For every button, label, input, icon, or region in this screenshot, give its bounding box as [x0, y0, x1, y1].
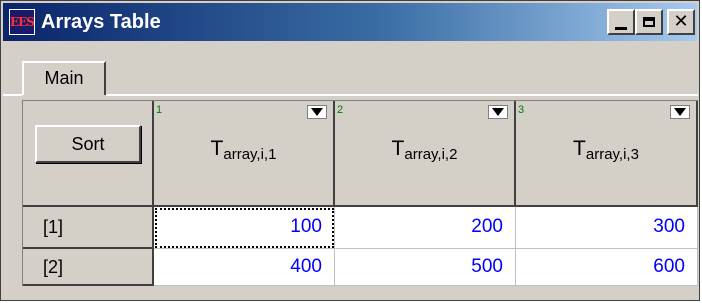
column-label: Tarray,i,1: [210, 137, 277, 163]
maximize-button[interactable]: [635, 9, 663, 35]
column-header-3[interactable]: 3 Tarray,i,3: [516, 101, 698, 207]
arrays-table-window: EES Arrays Table ✕ Main Sort 1 Tarray,i,…: [0, 0, 700, 301]
column-number: 1: [156, 104, 163, 116]
table-cell[interactable]: 300: [516, 207, 698, 249]
column-label: Tarray,i,3: [573, 137, 639, 163]
table-cell[interactable]: 600: [516, 249, 698, 286]
ees-app-icon[interactable]: EES: [9, 9, 35, 35]
close-icon: ✕: [673, 11, 689, 32]
table-cell[interactable]: 400: [154, 249, 335, 286]
dropdown-arrow-icon[interactable]: [488, 105, 508, 119]
column-number: 3: [518, 104, 525, 116]
column-header-2[interactable]: 2 Tarray,i,2: [335, 101, 516, 207]
column-number: 2: [337, 104, 344, 116]
tab-divider: [3, 94, 22, 96]
title-bar[interactable]: EES Arrays Table ✕: [3, 3, 697, 41]
row-header-2[interactable]: [2]: [23, 249, 154, 286]
table-cell[interactable]: 500: [335, 249, 516, 286]
corner-cell: Sort: [23, 101, 154, 207]
tab-divider: [106, 94, 698, 96]
app-icon-letters: EES: [10, 15, 35, 29]
row-header-1[interactable]: [1]: [23, 207, 154, 249]
tab-main[interactable]: Main: [22, 61, 106, 95]
close-button[interactable]: ✕: [667, 9, 695, 35]
dropdown-arrow-icon[interactable]: [307, 105, 327, 119]
arrays-grid: Sort 1 Tarray,i,1 2 Tarray,i,2 3 Tarray,…: [22, 100, 698, 286]
window-title: Arrays Table: [41, 11, 161, 33]
table-cell[interactable]: 200: [335, 207, 516, 249]
column-label: Tarray,i,2: [391, 137, 458, 163]
dropdown-arrow-icon[interactable]: [670, 105, 690, 119]
minimize-button[interactable]: [607, 9, 635, 35]
column-header-1[interactable]: 1 Tarray,i,1: [154, 101, 335, 207]
table-cell[interactable]: 100: [154, 207, 335, 249]
sort-button[interactable]: Sort: [35, 125, 141, 163]
